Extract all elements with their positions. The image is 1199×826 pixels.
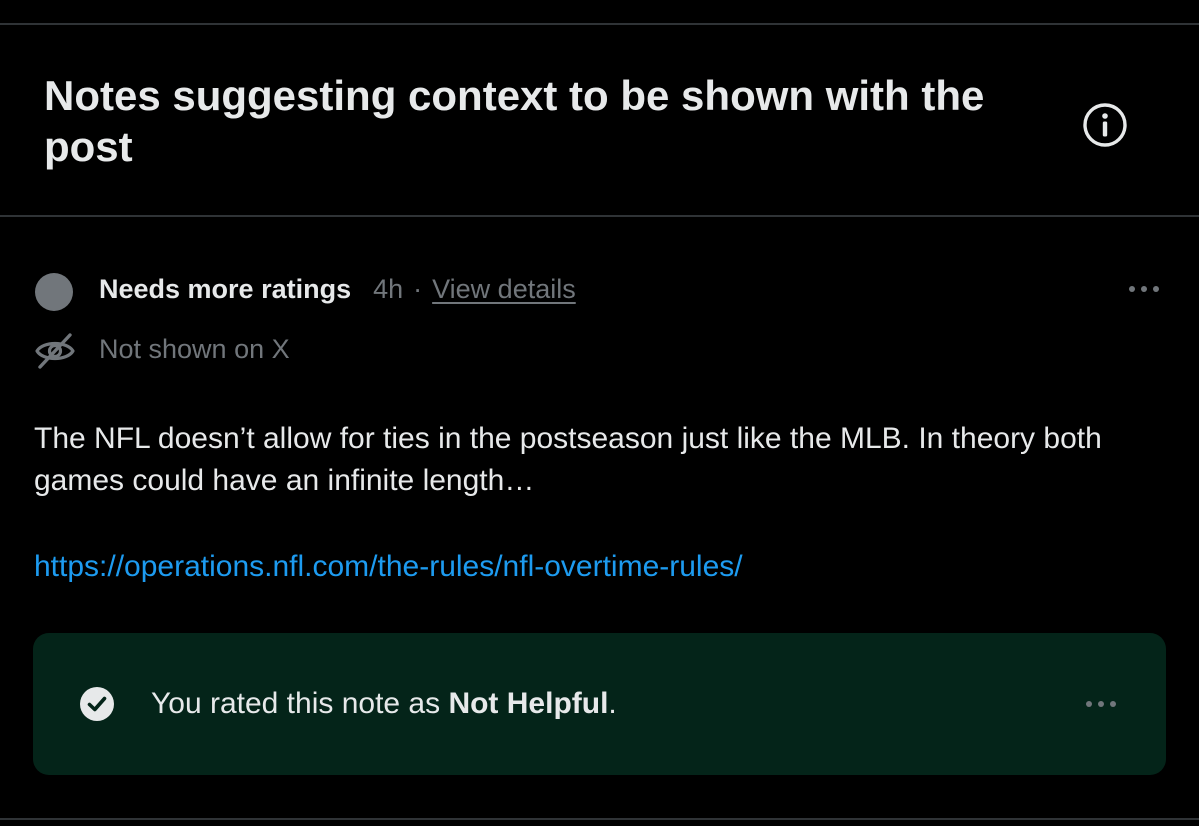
view-details-link[interactable]: View details: [432, 274, 576, 305]
check-circle-icon: [80, 687, 114, 721]
info-button[interactable]: [1081, 101, 1129, 149]
eye-slash-icon: [35, 333, 75, 369]
note-status-row: Needs more ratings 4h · View details: [99, 270, 576, 308]
source-link[interactable]: https://operations.nfl.com/the-rules/nfl…: [34, 546, 743, 588]
ellipsis-icon: [1129, 286, 1159, 292]
top-divider: [0, 23, 1199, 25]
page-title: Notes suggesting context to be shown wit…: [44, 72, 985, 170]
rating-confirmation-box: You rated this note as Not Helpful.: [33, 633, 1166, 775]
rating-suffix: .: [608, 687, 617, 720]
visibility-status: Not shown on X: [99, 334, 290, 364]
note-timestamp: 4h: [373, 273, 404, 304]
rating-prefix: You rated this note as: [151, 687, 449, 720]
separator-dot: ·: [413, 273, 423, 304]
header-divider: [0, 215, 1199, 217]
rating-more-button[interactable]: [1079, 689, 1123, 719]
info-circle-icon: [1083, 103, 1127, 147]
note-more-button[interactable]: [1122, 274, 1166, 304]
status-indicator-dot: [35, 273, 73, 311]
rating-value: Not Helpful: [448, 687, 609, 720]
note-body-text: The NFL doesn’t allow for ties in the po…: [34, 422, 1102, 497]
rating-message: You rated this note as Not Helpful.: [151, 683, 617, 725]
bottom-divider: [0, 818, 1199, 820]
ellipsis-icon: [1086, 701, 1116, 707]
status-label: Needs more ratings: [99, 273, 352, 304]
